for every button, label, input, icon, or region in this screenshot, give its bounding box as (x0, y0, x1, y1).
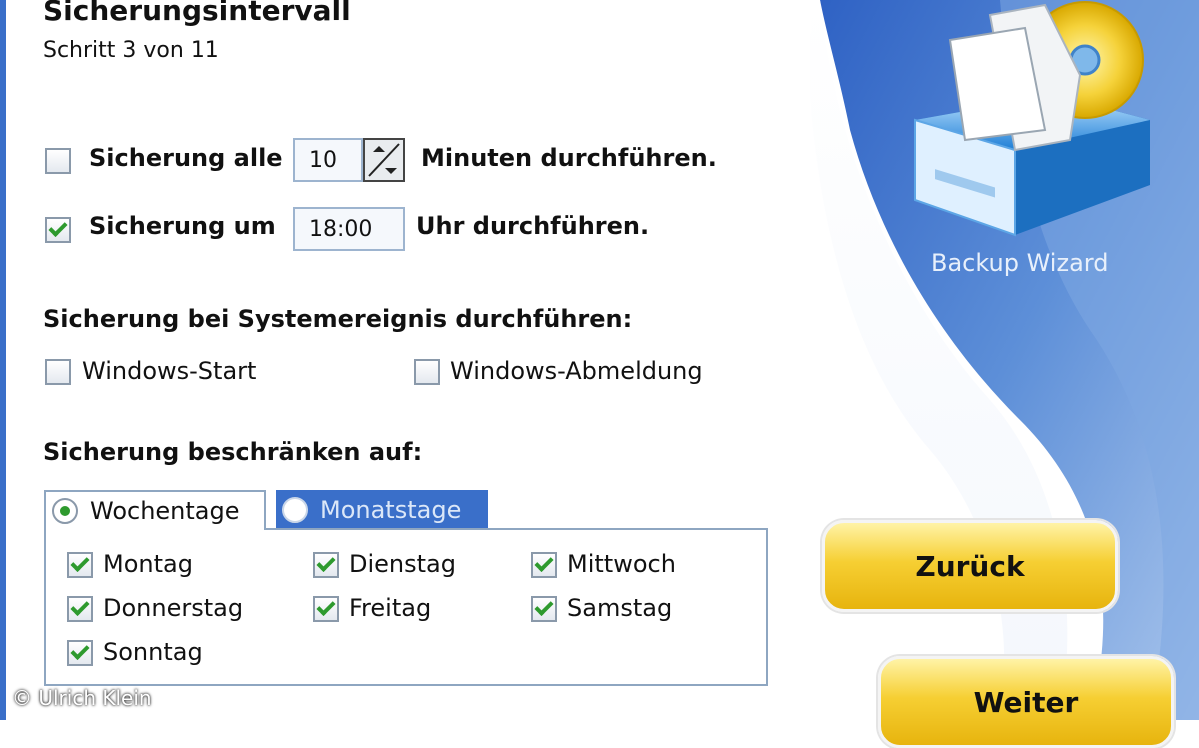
windows-start-checkbox[interactable] (45, 359, 71, 385)
tab-monthdays[interactable]: Monatstage (276, 490, 488, 530)
backup-drive-icon (914, 1, 1150, 237)
day-checkbox-dienstag[interactable] (313, 552, 339, 578)
system-events-heading: Sicherung bei Systemereignis durchführen… (43, 305, 633, 333)
tab-weekdays-label: Wochentage (90, 497, 240, 525)
tab-monthdays-label: Monatstage (320, 496, 462, 524)
interval-at-label: Sicherung um (89, 212, 276, 240)
interval-at-suffix: Uhr durchführen. (416, 212, 650, 240)
day-checkbox-mittwoch[interactable] (531, 552, 557, 578)
day-checkbox-freitag[interactable] (313, 596, 339, 622)
wizard-label: Backup Wizard (931, 249, 1109, 277)
day-label: Mittwoch (567, 550, 676, 578)
page-title: Sicherungsintervall (43, 0, 351, 27)
day-checkbox-donnerstag[interactable] (67, 596, 93, 622)
interval-every-checkbox[interactable] (45, 148, 71, 174)
tab-weekdays[interactable]: Wochentage (44, 490, 266, 530)
minutes-spinner[interactable] (363, 138, 405, 182)
day-label: Donnerstag (103, 594, 244, 622)
day-label: Freitag (349, 594, 432, 622)
checkmark-icon (316, 596, 336, 617)
next-button[interactable]: Weiter (878, 656, 1174, 748)
interval-at-checkbox[interactable] (45, 217, 71, 243)
step-indicator: Schritt 3 von 11 (43, 38, 219, 63)
day-checkbox-sonntag[interactable] (67, 640, 93, 666)
radio-unselected-icon (282, 497, 308, 523)
day-label: Montag (103, 550, 193, 578)
copyright-notice: © Ulrich Klein (12, 686, 152, 710)
checkmark-icon (316, 552, 336, 573)
checkmark-icon (70, 596, 90, 617)
restrict-heading: Sicherung beschränken auf: (43, 438, 423, 466)
back-button[interactable]: Zurück (822, 520, 1118, 612)
checkmark-icon (70, 552, 90, 573)
checkmark-icon (70, 640, 90, 661)
checkmark-icon (534, 552, 554, 573)
day-label: Dienstag (349, 550, 456, 578)
minutes-input[interactable]: 10 (293, 138, 363, 182)
windows-logoff-label: Windows-Abmeldung (450, 357, 703, 385)
windows-logoff-checkbox[interactable] (414, 359, 440, 385)
day-label: Sonntag (103, 638, 203, 666)
interval-every-label: Sicherung alle (89, 144, 283, 172)
checkmark-icon (48, 217, 68, 238)
day-label: Samstag (567, 594, 673, 622)
windows-start-label: Windows-Start (82, 357, 257, 385)
day-checkbox-samstag[interactable] (531, 596, 557, 622)
radio-selected-icon (52, 498, 78, 524)
window-left-border (0, 0, 6, 720)
day-checkbox-montag[interactable] (67, 552, 93, 578)
spinner-arrows-icon (368, 143, 400, 177)
time-input[interactable]: 18:00 (293, 207, 405, 251)
interval-every-suffix: Minuten durchführen. (421, 144, 717, 172)
checkmark-icon (534, 596, 554, 617)
